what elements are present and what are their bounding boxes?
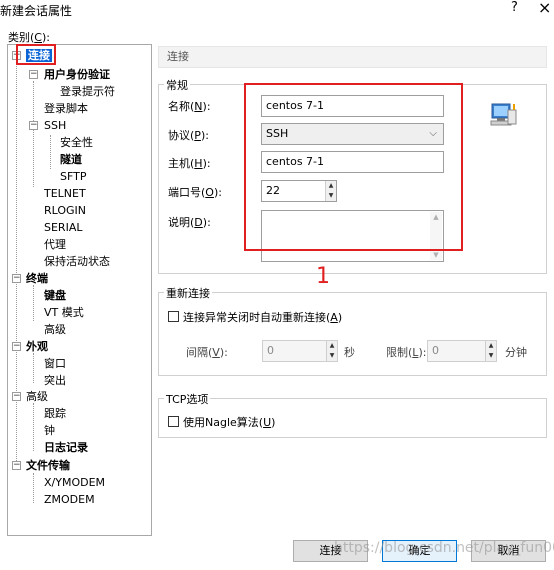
window-title: 新建会话属性 (0, 4, 73, 18)
tree-line (33, 285, 34, 321)
annotation-number: 1 (316, 264, 330, 289)
annotation-box (16, 44, 56, 65)
tree-item-logging[interactable]: 日志记录 (44, 440, 88, 455)
tree-item-keyboard[interactable]: 键盘 (44, 288, 66, 303)
reconnect-group-title: 重新连接 (164, 285, 212, 301)
interval-unit: 秒 (344, 346, 355, 359)
tree-item-ssh[interactable]: SSH (44, 118, 66, 133)
tree-item-proxy[interactable]: 代理 (44, 237, 66, 252)
collapse-icon[interactable]: − (29, 121, 38, 130)
tree-item-user-auth[interactable]: 用户身份验证 (44, 67, 110, 82)
tree-line (16, 55, 17, 469)
host-label: 主机(H): (168, 157, 211, 170)
description-label: 说明(D): (168, 216, 211, 229)
auto-reconnect-label: 连接异常关闭时自动重新连接(A) (183, 311, 343, 324)
category-tree[interactable]: − − − − − − − 连接 用户身份验证 登录提示符 登录脚本 SSH 安… (7, 44, 152, 536)
tree-item-highlight[interactable]: 突出 (44, 373, 66, 388)
spin-up-icon[interactable]: ▲ (326, 341, 337, 351)
tree-line (33, 403, 34, 451)
tree-item-terminal[interactable]: 终端 (26, 271, 48, 286)
tree-item-telnet[interactable]: TELNET (44, 186, 86, 201)
tree-item-clock[interactable]: 钟 (44, 423, 55, 438)
tree-item-zmodem[interactable]: ZMODEM (44, 492, 95, 507)
interval-label: 间隔(V): (186, 346, 228, 359)
panel-header: 连接 (158, 46, 547, 68)
tree-item-sftp[interactable]: SFTP (60, 169, 86, 184)
help-button[interactable]: ? (511, 0, 518, 15)
annotation-box (244, 83, 463, 251)
tree-line (33, 473, 34, 503)
protocol-label: 协议(P): (168, 129, 209, 142)
spin-down-icon[interactable]: ▼ (485, 351, 496, 361)
tree-item-keepalive[interactable]: 保持活动状态 (44, 254, 110, 269)
close-button[interactable]: × (538, 0, 551, 17)
general-group-title: 常规 (164, 77, 190, 93)
port-label: 端口号(O): (168, 186, 222, 199)
watermark: https://blog.csdn.net/play_fun001 (334, 540, 554, 556)
tree-item-tunnel[interactable]: 隧道 (60, 152, 82, 167)
collapse-icon[interactable]: − (12, 274, 21, 283)
tree-item-vt-mode[interactable]: VT 模式 (44, 305, 84, 320)
collapse-icon[interactable]: − (12, 461, 21, 470)
tree-item-window[interactable]: 窗口 (44, 356, 66, 371)
limit-label: 限制(L): (386, 346, 427, 359)
tree-line (33, 81, 34, 187)
spin-up-icon[interactable]: ▲ (485, 341, 496, 351)
collapse-icon[interactable]: − (12, 392, 21, 401)
tree-item-login-script[interactable]: 登录脚本 (44, 101, 88, 116)
tree-item-trace[interactable]: 跟踪 (44, 406, 66, 421)
category-label: 类别(C): (8, 31, 50, 44)
interval-input[interactable]: 0 ▲ ▼ (262, 340, 338, 362)
name-label: 名称(N): (168, 100, 211, 113)
tree-line (33, 353, 34, 383)
tree-item-advanced[interactable]: 高级 (26, 389, 48, 404)
network-computer-icon (488, 100, 518, 130)
tree-item-xymodem[interactable]: X/YMODEM (44, 475, 105, 490)
tree-line (50, 135, 51, 169)
limit-input[interactable]: 0 ▲ ▼ (427, 340, 497, 362)
tree-item-login-prompt[interactable]: 登录提示符 (60, 84, 115, 99)
tree-item-appearance[interactable]: 外观 (26, 339, 48, 354)
nagle-label: 使用Nagle算法(U) (183, 416, 276, 429)
limit-unit: 分钟 (505, 346, 527, 359)
tree-item-terminal-advanced[interactable]: 高级 (44, 322, 66, 337)
auto-reconnect-checkbox[interactable] (168, 311, 179, 322)
collapse-icon[interactable]: − (29, 70, 38, 79)
tree-item-serial[interactable]: SERIAL (44, 220, 82, 235)
collapse-icon[interactable]: − (12, 342, 21, 351)
reconnect-group (158, 292, 547, 376)
tree-item-rlogin[interactable]: RLOGIN (44, 203, 86, 218)
nagle-checkbox[interactable] (168, 416, 179, 427)
tree-item-file-transfer[interactable]: 文件传输 (26, 458, 70, 473)
spin-down-icon[interactable]: ▼ (326, 351, 337, 361)
tcp-group-title: TCP选项 (164, 391, 211, 407)
scroll-down-icon[interactable]: ▼ (430, 250, 442, 260)
tree-item-security[interactable]: 安全性 (60, 135, 93, 150)
